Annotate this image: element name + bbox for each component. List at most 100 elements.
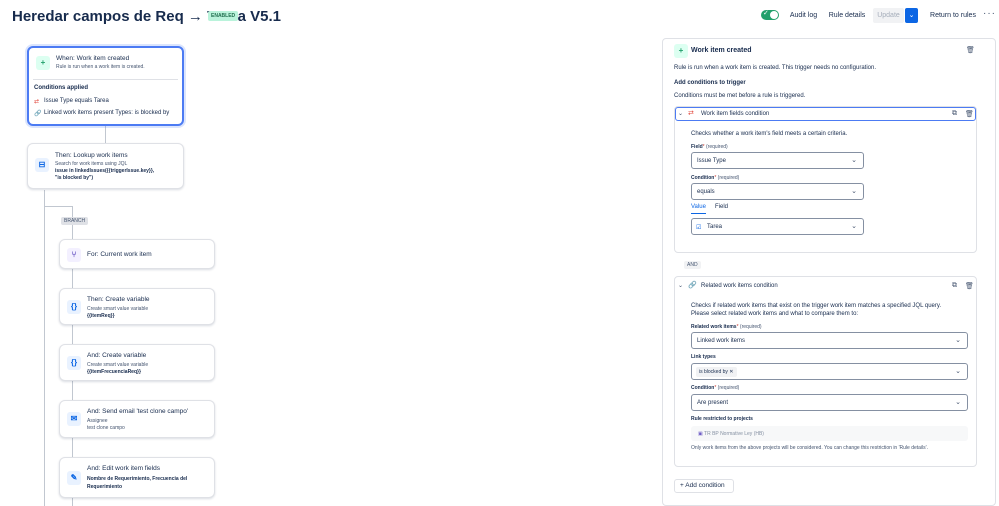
conditions-title: Conditions applied: [34, 85, 88, 91]
copy-icon[interactable]: ⧉: [952, 110, 957, 118]
braces-icon: {}: [67, 300, 81, 314]
audit-log-button[interactable]: Audit log: [786, 8, 821, 23]
restriction-footer: Only work items from the above projects …: [691, 445, 929, 451]
condition-1-desc: Checks whether a work item's field meets…: [691, 131, 848, 137]
swap-icon: ⇄: [688, 110, 694, 117]
panel-title: Work item created: [691, 47, 752, 54]
send-email-card[interactable]: ✉ And: Send email 'test clone campo' Ass…: [59, 400, 215, 438]
chevron-down-icon: ⌄: [955, 368, 961, 375]
condition-2-title: Related work items condition: [701, 283, 778, 289]
link-type-tag[interactable]: is blocked by ✕: [696, 367, 737, 377]
plus-icon: +: [674, 44, 688, 58]
email-icon: ✉: [67, 412, 81, 426]
related-label: Related work items* (required): [691, 324, 762, 330]
trigger-title: When: Work item created: [56, 55, 130, 62]
divider: [33, 79, 178, 80]
condition-2-desc-1: Checks if related work items that exist …: [691, 303, 942, 309]
check-icon: ✓: [763, 10, 769, 17]
send-email-line-1: Assignee: [87, 418, 108, 424]
more-actions-icon[interactable]: ···: [983, 8, 996, 19]
trigger-condition-2: Linked work items present Types: is bloc…: [44, 110, 170, 116]
create-var-value: {{itemReq}}: [87, 313, 115, 319]
condition-label: Condition* (required): [691, 385, 740, 391]
add-condition-button[interactable]: + Add condition: [674, 479, 734, 493]
chevron-down-icon: ⌄: [908, 12, 915, 19]
condition-2-desc-2: Please select related work items and wha…: [691, 311, 859, 317]
condition-1-title: Work item fields condition: [701, 111, 770, 117]
chevron-down-icon: ⌄: [955, 337, 961, 344]
restricted-label: Rule restricted to projects: [691, 416, 753, 422]
and-separator: AND: [684, 261, 701, 269]
branch-for-card[interactable]: ⑂ For: Current work item: [59, 239, 215, 269]
chevron-down-icon: ⌄: [955, 399, 961, 406]
search-list-icon: ⊟: [35, 158, 49, 172]
trash-icon[interactable]: 🗑: [965, 282, 974, 290]
trash-icon[interactable]: 🗑: [965, 110, 974, 118]
connector: [105, 125, 106, 143]
trash-icon[interactable]: 🗑: [966, 46, 975, 54]
lookup-title: Then: Lookup work items: [55, 152, 128, 159]
for-title: For: Current work item: [87, 251, 152, 258]
chevron-down-icon[interactable]: ⌄: [678, 282, 683, 289]
chevron-down-icon: ⌄: [851, 188, 857, 195]
rule-title: Heredar campos de Req → Tarea V5.1: [12, 8, 282, 25]
swap-icon: ⇄: [34, 99, 40, 105]
create-variable-card[interactable]: {} Then: Create variable Create smart va…: [59, 288, 215, 325]
status-badge: ENABLED: [208, 11, 239, 21]
condition-select[interactable]: equals ⌄: [691, 183, 864, 200]
create-var-title: Then: Create variable: [87, 296, 150, 303]
create-var-value: {{itemFrecuenciaReq}}: [87, 369, 141, 375]
update-button[interactable]: Update: [873, 8, 904, 23]
link-icon: 🔗: [34, 111, 42, 117]
rule-enabled-toggle[interactable]: ✓: [761, 10, 779, 20]
trigger-condition-1: Issue Type equals Tarea: [44, 98, 109, 104]
lookup-card[interactable]: ⊟ Then: Lookup work items Search for wor…: [27, 143, 184, 189]
copy-icon[interactable]: ⧉: [952, 282, 957, 290]
field-select[interactable]: Issue Type ⌄: [691, 152, 864, 169]
create-variable-card[interactable]: {} And: Create variable Create smart val…: [59, 344, 215, 381]
connector: [44, 190, 45, 506]
edit-fields-value-1: Nombre de Requerimiento, Frecuencia del: [87, 476, 188, 482]
create-var-subtitle: Create smart value variable: [87, 306, 149, 312]
close-icon[interactable]: ✕: [729, 369, 733, 375]
create-var-title: And: Create variable: [87, 352, 147, 359]
branch-icon: ⑂: [67, 248, 81, 262]
pencil-icon: ✎: [67, 471, 81, 485]
header-bar: Heredar campos de Req → Tarea V5.1 ENABL…: [0, 0, 999, 30]
tab-field[interactable]: Field: [715, 204, 728, 210]
edit-fields-title: And: Edit work item fields: [87, 465, 160, 472]
condition-select[interactable]: Are present ⌄: [691, 394, 968, 411]
tab-value[interactable]: Value: [691, 204, 706, 214]
update-dropdown-button[interactable]: ⌄: [905, 8, 918, 23]
link-types-label: Link types: [691, 354, 716, 360]
return-to-rules-button[interactable]: Return to rules: [928, 8, 978, 23]
edit-fields-value-2: Requerimiento: [87, 484, 123, 490]
lookup-jql-2: "is blocked by"): [55, 175, 94, 181]
lookup-jql-1: issue in linkedIssues({{triggerIssue.key…: [55, 168, 155, 174]
create-var-subtitle: Create smart value variable: [87, 362, 149, 368]
project-name: ▣ TR BP Normative Ley (HB): [698, 431, 764, 437]
rule-details-button[interactable]: Rule details: [826, 8, 868, 23]
chevron-down-icon: ⌄: [851, 157, 857, 164]
rule-canvas: BRANCH + When: Work item created Rule is…: [0, 30, 660, 506]
add-conditions-subtitle: Conditions must be met before a rule is …: [674, 93, 806, 99]
chevron-down-icon[interactable]: ⌄: [678, 110, 683, 117]
trigger-card[interactable]: + When: Work item created Rule is run wh…: [27, 46, 184, 126]
send-email-line-2: test clone campo: [87, 425, 125, 431]
add-conditions-title: Add conditions to trigger: [674, 80, 746, 86]
restricted-projects-field: ▣ TR BP Normative Ley (HB): [691, 426, 968, 441]
send-email-title: And: Send email 'test clone campo': [87, 408, 189, 415]
related-select[interactable]: Linked work items ⌄: [691, 332, 968, 349]
work-type-icon: ☑: [696, 225, 702, 231]
branch-label: BRANCH: [61, 217, 89, 225]
panel-description: Rule is run when a work item is created.…: [674, 65, 876, 71]
value-select[interactable]: ☑ Tarea ⌄: [691, 218, 864, 235]
field-label: Field* (required): [691, 144, 728, 150]
edit-fields-card[interactable]: ✎ And: Edit work item fields Nombre de R…: [59, 457, 215, 498]
trigger-subtitle: Rule is run when a work item is created.: [56, 64, 145, 70]
connector: [44, 206, 72, 207]
chevron-down-icon: ⌄: [851, 223, 857, 230]
link-icon: 🔗: [688, 282, 697, 289]
lookup-subtitle: Search for work items using JQL: [55, 161, 128, 167]
condition-label: Condition* (required): [691, 175, 740, 181]
